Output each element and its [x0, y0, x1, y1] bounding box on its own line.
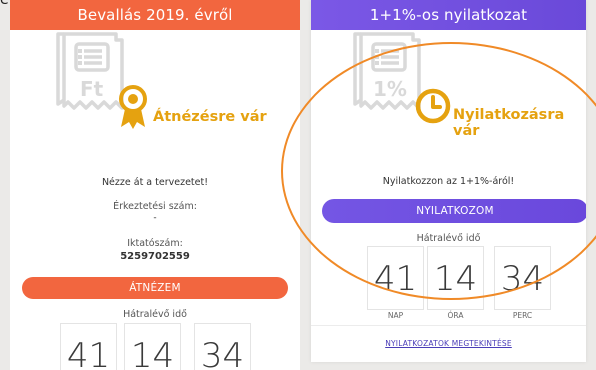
- timer-unit-days: NAP: [387, 311, 404, 320]
- review-button[interactable]: ÁTNÉZEM: [22, 277, 288, 299]
- declare-button[interactable]: NYILATKOZOM: [322, 199, 586, 223]
- timer-minutes: 34: [494, 246, 551, 310]
- declaration-card: 1+1%-os nyilatkozat 1% Nyilatkozásra vár…: [311, 0, 586, 362]
- instruction-text: Nyilatkozzon az 1+1%-áról!: [382, 176, 515, 187]
- award-ribbon-icon: [116, 84, 150, 135]
- timer-unit-hours: ÓRA: [447, 311, 464, 320]
- view-declarations-link[interactable]: NYILATKOZATOK MEGTEKINTÉSE: [311, 339, 586, 348]
- tax-return-card: Bevallás 2019. évről Ft Átnézésre vár Né…: [10, 0, 300, 370]
- svg-text:Ft: Ft: [80, 77, 104, 101]
- timer-unit-minutes: PERC: [512, 311, 533, 320]
- page-corner-text: e: [0, 0, 9, 8]
- dashboard: e Bevallás 2019. évről Ft Átnézésre vár …: [0, 0, 596, 370]
- instruction-text: Nézze át a tervezetet!: [101, 177, 209, 188]
- registry-number-label: Iktatószám:: [127, 238, 183, 249]
- status-text: Átnézésre vár: [153, 109, 267, 125]
- timer-hours: 14: [124, 323, 181, 370]
- clock-icon: [414, 87, 452, 130]
- status-row: Átnézésre vár: [153, 109, 267, 125]
- filing-number-label: Érkeztetési szám:: [113, 201, 197, 212]
- timer-days: 41: [367, 246, 424, 310]
- registry-number-value: 5259702559: [120, 251, 190, 262]
- card-header-title: Bevallás 2019. évről: [10, 0, 300, 30]
- svg-text:1%: 1%: [373, 77, 407, 101]
- card-header-title: 1+1%-os nyilatkozat: [311, 0, 586, 30]
- card-divider: [311, 325, 586, 326]
- timer-label: Hátralévő idő: [416, 233, 481, 244]
- timer-days: 41: [60, 323, 117, 370]
- status-text: Nyilatkozásra vár: [453, 107, 565, 139]
- status-row: Nyilatkozásra vár: [453, 107, 586, 139]
- timer-hours: 14: [427, 246, 484, 310]
- timer-label: Hátralévő idő: [123, 309, 187, 320]
- timer-minutes: 34: [194, 323, 251, 370]
- filing-number-value: -: [153, 213, 157, 223]
